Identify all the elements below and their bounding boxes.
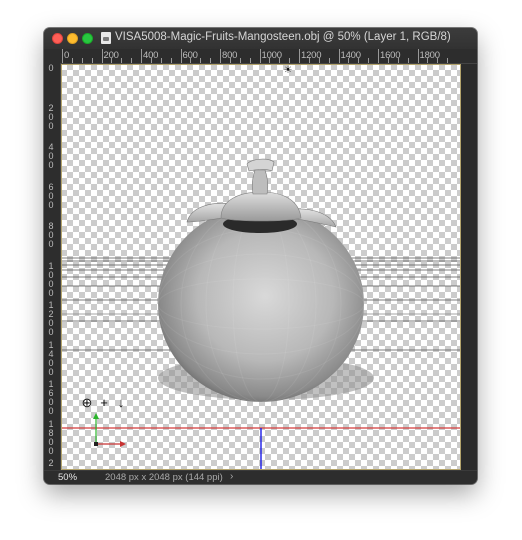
ruler-minor-tick — [81, 58, 83, 63]
stem — [251, 169, 269, 195]
ruler-major-tick — [378, 49, 379, 63]
ruler-major-tick — [259, 49, 261, 63]
ruler-minor-tick — [447, 58, 449, 63]
ruler-major-tick — [141, 49, 142, 63]
title-bar[interactable]: VISA5008-Magic-Fruits-Mangosteen.obj @ 5… — [44, 28, 477, 50]
axis-widget[interactable] — [93, 413, 126, 447]
ruler-major-tick — [101, 49, 103, 63]
window-title: VISA5008-Magic-Fruits-Mangosteen.obj @ 5… — [115, 31, 451, 43]
document-size: 2048 px x 2048 px (144 ppi) — [105, 472, 223, 483]
ruler-origin[interactable] — [44, 49, 60, 64]
ruler-minor-tick — [318, 58, 320, 63]
ruler-minor-tick — [348, 58, 350, 63]
ruler-label: 0 — [48, 63, 54, 73]
ruler-major-tick — [62, 49, 63, 63]
slide-3d-icon[interactable]: ↓ — [115, 396, 127, 409]
ruler-minor-tick — [387, 58, 389, 63]
ruler-minor-tick — [269, 58, 271, 63]
close-button[interactable] — [52, 33, 63, 44]
ruler-major-tick — [417, 49, 419, 63]
ruler-major-tick — [338, 49, 340, 63]
ruler-minor-tick — [407, 58, 409, 63]
ruler-label: 1600 — [48, 379, 54, 416]
ruler-label: 1800 — [48, 418, 54, 456]
document-window: VISA5008-Magic-Fruits-Mangosteen.obj @ 5… — [44, 28, 477, 484]
zoom-level[interactable]: 50% — [58, 472, 77, 483]
ruler-minor-tick — [427, 58, 429, 63]
ruler-minor-tick — [437, 58, 439, 63]
ruler-minor-tick — [397, 58, 399, 63]
ruler-minor-tick — [239, 58, 241, 63]
ruler-minor-tick — [131, 58, 133, 63]
ruler-label: 0 — [64, 50, 70, 61]
light-icon[interactable]: ☀ — [283, 66, 293, 76]
stem-tip — [246, 158, 275, 172]
ruler-minor-tick — [71, 58, 73, 63]
vertical-ruler[interactable]: 0 200 400 600 800 1000 1200 1400 1600 1800 2 — [44, 63, 61, 470]
ruler-minor-tick — [111, 58, 113, 63]
document-icon — [101, 32, 111, 44]
ruler-minor-tick — [249, 58, 251, 63]
ruler-label: 600 — [48, 181, 54, 210]
mangosteen-body[interactable] — [158, 206, 364, 402]
ruler-minor-tick — [170, 58, 172, 63]
ruler-minor-tick — [91, 58, 93, 63]
ruler-major-tick — [180, 49, 182, 63]
zoom-button[interactable] — [82, 33, 93, 44]
ruler-label: 1200 — [48, 300, 54, 337]
ruler-minor-tick — [328, 58, 330, 63]
ruler-label: 200 — [48, 102, 54, 131]
ruler-minor-tick — [200, 58, 202, 63]
ruler-label: 1400 — [48, 339, 54, 377]
ruler-minor-tick — [150, 58, 152, 63]
ruler-minor-tick — [289, 58, 291, 63]
ruler-label: 800 — [48, 221, 54, 249]
ruler-label: 1000 — [48, 260, 54, 298]
ruler-minor-tick — [279, 58, 281, 63]
status-bar: 50% 2048 px x 2048 px (144 ppi) › — [44, 470, 477, 484]
canvas[interactable]: ☀ ⊕ + ↓ — [61, 64, 461, 470]
ruler-minor-tick — [229, 58, 231, 63]
ruler-label: 400 — [48, 142, 54, 170]
ruler-minor-tick — [121, 58, 123, 63]
minimize-button[interactable] — [67, 33, 78, 44]
ruler-minor-tick — [368, 58, 370, 63]
ruler-minor-tick — [210, 58, 212, 63]
ruler-minor-tick — [308, 58, 310, 63]
ruler-major-tick — [299, 49, 300, 63]
ruler-minor-tick — [190, 58, 192, 63]
orbit-3d-icon[interactable]: ⊕ — [81, 396, 93, 409]
ruler-minor-tick — [160, 58, 162, 63]
horizontal-ruler[interactable]: 0 200 400 600 800 1000 1200 1400 1600 1800 — [60, 49, 477, 64]
ruler-minor-tick — [358, 58, 360, 63]
ruler-label: 2 — [48, 458, 54, 468]
ruler-major-tick — [220, 49, 221, 63]
pan-3d-icon[interactable]: + — [98, 396, 110, 409]
chevron-right-icon[interactable]: › — [230, 471, 233, 482]
calyx-cap — [220, 191, 302, 222]
